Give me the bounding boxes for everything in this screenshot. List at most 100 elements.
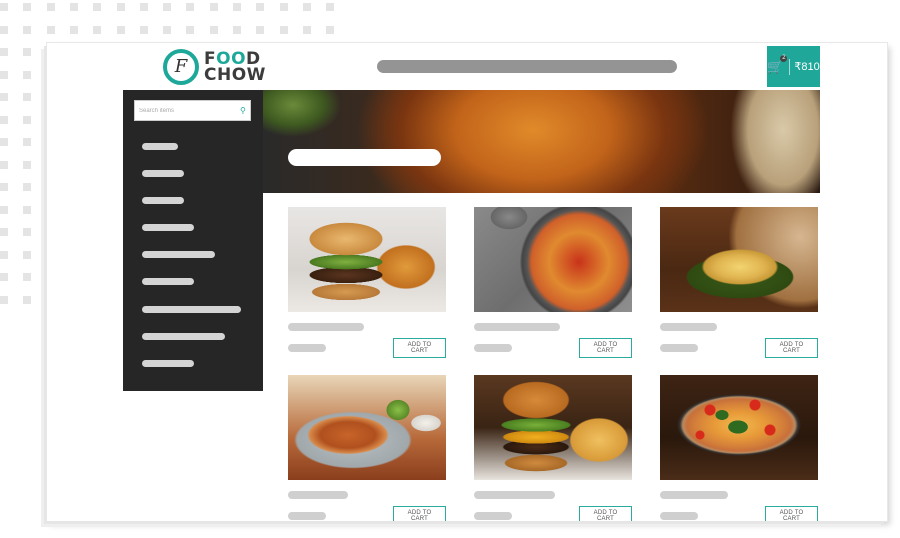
product-image-chicken-wings[interactable] — [288, 375, 446, 480]
sidebar-item[interactable] — [142, 333, 225, 340]
product-card: ADD TO CART — [474, 375, 632, 521]
grid-dot — [23, 228, 32, 236]
grid-dot — [23, 250, 32, 259]
add-to-cart-button[interactable]: ADD TO CART — [393, 338, 446, 358]
sidebar-item[interactable] — [142, 278, 194, 285]
grid-dot — [233, 3, 241, 11]
grid-dot — [0, 205, 8, 214]
sidebar-item[interactable] — [142, 197, 184, 204]
product-price — [474, 344, 512, 352]
product-price — [474, 512, 512, 520]
header-search-bar[interactable] — [377, 60, 677, 73]
sidebar-item[interactable] — [142, 360, 194, 367]
grid-dot — [302, 3, 311, 11]
product-name — [474, 323, 560, 331]
grid-dot — [0, 70, 8, 79]
sidebar-item[interactable] — [142, 306, 241, 313]
cart-divider — [789, 58, 791, 75]
grid-dot — [0, 115, 8, 124]
product-price — [660, 512, 698, 520]
hero-banner-image — [263, 90, 820, 193]
product-card: ADD TO CART — [288, 207, 446, 358]
grid-dot — [116, 25, 125, 34]
grid-dot — [23, 160, 32, 169]
product-image-pasta[interactable] — [474, 207, 632, 312]
grid-dot — [0, 160, 8, 169]
grid-dot — [0, 228, 8, 236]
product-image-burger[interactable] — [288, 207, 446, 312]
grid-dot — [23, 205, 32, 214]
grid-dot — [209, 25, 218, 34]
grid-dot — [23, 273, 32, 281]
product-name — [474, 491, 555, 499]
grid-dot — [0, 250, 8, 259]
product-price — [660, 344, 698, 352]
add-to-cart-button[interactable]: ADD TO CART — [579, 506, 632, 521]
grid-dot — [23, 295, 32, 304]
grid-dot — [0, 295, 8, 304]
product-price — [288, 344, 326, 352]
product-image-noodles[interactable] — [660, 207, 818, 312]
grid-dot — [256, 25, 265, 34]
logo-text-chow: CHOW — [204, 65, 266, 85]
logo-emblem-icon: F — [163, 49, 199, 85]
grid-dot — [23, 48, 32, 56]
grid-dot — [23, 138, 32, 146]
grid-dot — [23, 70, 32, 79]
grid-dot — [0, 93, 8, 101]
grid-dot — [186, 25, 195, 34]
logo-letter: F — [174, 56, 188, 77]
grid-dot — [279, 3, 288, 11]
add-to-cart-button[interactable]: ADD TO CART — [765, 338, 818, 358]
product-image-cheeseburger[interactable] — [474, 375, 632, 480]
grid-dot — [139, 25, 148, 34]
sidebar-item[interactable] — [142, 143, 178, 150]
product-name — [660, 491, 728, 499]
add-to-cart-button[interactable]: ADD TO CART — [579, 338, 632, 358]
grid-dot — [163, 25, 172, 34]
grid-dot — [302, 25, 311, 34]
add-to-cart-button[interactable]: ADD TO CART — [393, 506, 446, 521]
product-card: ADD TO CART — [288, 375, 446, 521]
logo-wordmark: FOOD CHOW — [204, 51, 266, 85]
cart-button[interactable]: 🛒 2 ₹810 — [767, 46, 820, 87]
grid-dot — [23, 3, 32, 11]
category-sidebar: ⚲ — [123, 90, 263, 391]
grid-dot — [0, 273, 8, 281]
cart-total: ₹810 — [794, 61, 820, 73]
grid-dot — [163, 3, 172, 11]
sidebar-item[interactable] — [142, 224, 194, 231]
sidebar-search-input[interactable] — [135, 106, 236, 115]
grid-dot — [0, 48, 8, 56]
product-card: ADD TO CART — [660, 207, 818, 358]
grid-dot — [23, 25, 32, 34]
grid-dot — [256, 3, 265, 11]
grid-dot — [23, 115, 32, 124]
grid-dot — [0, 3, 8, 11]
product-image-pizza[interactable] — [660, 375, 818, 480]
search-icon[interactable]: ⚲ — [240, 106, 246, 115]
browser-frame: F FOOD CHOW 🛒 2 ₹810 ⚲ — [47, 43, 887, 521]
sidebar-item[interactable] — [142, 251, 215, 258]
grid-dot — [69, 25, 78, 34]
grid-dot — [69, 3, 78, 11]
grid-dot — [23, 93, 32, 101]
grid-dot — [0, 183, 8, 191]
grid-dot — [46, 3, 55, 11]
grid-dot — [93, 25, 102, 34]
product-name — [288, 491, 348, 499]
grid-dot — [326, 25, 335, 34]
grid-dot — [93, 3, 102, 11]
product-name — [288, 323, 364, 331]
product-card: ADD TO CART — [474, 207, 632, 358]
grid-dot — [46, 25, 55, 34]
foodchow-logo[interactable]: F FOOD CHOW — [163, 49, 266, 85]
grid-dot — [116, 3, 125, 11]
product-card: ADD TO CART — [660, 375, 818, 521]
add-to-cart-button[interactable]: ADD TO CART — [765, 506, 818, 521]
sidebar-item[interactable] — [142, 170, 184, 177]
grid-dot — [186, 3, 195, 11]
product-price — [288, 512, 326, 520]
grid-dot — [209, 3, 218, 11]
banner-title — [288, 149, 441, 166]
